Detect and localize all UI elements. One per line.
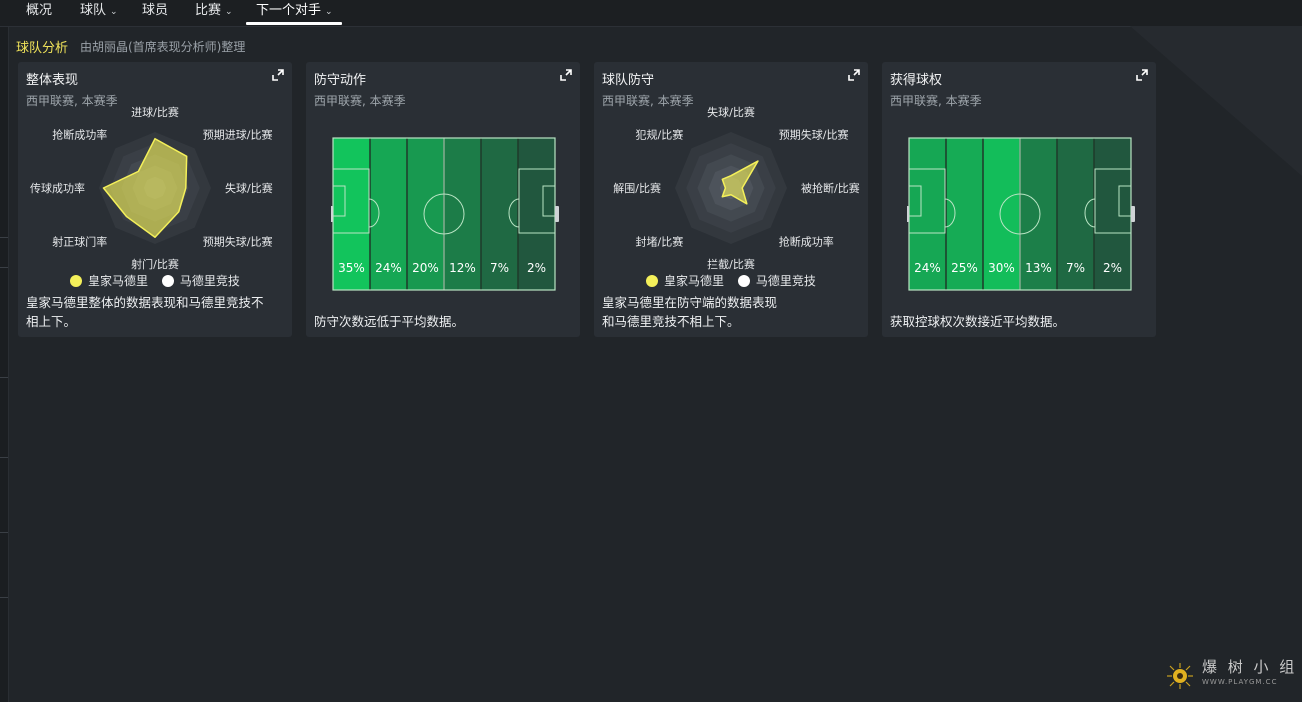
section-subtitle: 由胡丽晶(首席表现分析师)整理: [80, 40, 246, 54]
zone-percentage-label: 35%: [338, 261, 365, 275]
card-title: 防守动作: [314, 73, 367, 88]
radar-axis-label: 预期失球/比赛: [203, 235, 273, 249]
expand-icon[interactable]: [848, 69, 860, 81]
top-navigation: 概况 球队 ⌄ 球员 比赛 ⌄ 下一个对手 ⌄: [0, 0, 1302, 27]
legend-item-home: 皇家马德里: [70, 272, 148, 289]
zone-percentage-label: 7%: [1066, 261, 1085, 275]
radar-axis-label: 抢断成功率: [52, 127, 107, 141]
chart-legend: 皇家马德里 马德里竞技: [646, 272, 826, 288]
chevron-down-icon: ⌄: [325, 7, 333, 17]
card-description: 皇家马德里整体的数据表现和马德里竞技不 相上下。: [26, 295, 264, 329]
nav-tab-next-opponent[interactable]: 下一个对手 ⌄: [256, 0, 333, 24]
radar-axis-label: 传球成功率: [30, 181, 85, 195]
legend-swatch: [70, 275, 82, 287]
active-tab-indicator: [246, 22, 342, 25]
legend-swatch: [737, 275, 750, 287]
goal-left: [907, 206, 909, 222]
card-team-defense: 球队防守 西甲联赛, 本赛季 失球/比赛 预期失球/比赛 被抢断/比赛 抢断成功率 拦截…: [594, 62, 868, 337]
rail-divider: [0, 377, 8, 378]
nav-tab-matches[interactable]: 比赛 ⌄: [195, 0, 233, 24]
watermark-url: WWW.PLAYGM.CC: [1202, 678, 1278, 686]
watermark: 爆 树 小 组 WWW.PLAYGM.CC: [1162, 654, 1294, 694]
legend-item-home: 皇家马德里: [646, 272, 724, 289]
rail-divider: [0, 267, 8, 268]
radar-axis-label: 预期进球/比赛: [203, 127, 273, 141]
radar-axis-label: 预期失球/比赛: [779, 127, 849, 141]
radar-axis-label: 射正球门率: [52, 235, 107, 249]
goal-right: [555, 206, 559, 222]
zone-percentage-label: 13%: [1025, 261, 1052, 275]
rail-divider: [0, 457, 8, 458]
watermark-text: 爆 树 小 组: [1202, 658, 1298, 676]
pitch-heatmap: 35% 24% 20% 12% 7% 2%: [331, 137, 559, 291]
left-rail: [0, 27, 9, 702]
zone-percentage-label: 25%: [951, 261, 978, 275]
radar-chart: 进球/比赛预期进球/比赛失球/比赛预期失球/比赛射门/比赛 射正球门率 传球成功率 抢…: [30, 106, 273, 271]
legend-item-away: 马德里竞技: [737, 272, 816, 289]
zone-percentage-label: 2%: [1103, 261, 1122, 275]
goal-right: [1131, 206, 1135, 222]
legend-item-away: 马德里竞技: [161, 272, 240, 289]
card-subtitle: 西甲联赛, 本赛季: [890, 94, 982, 108]
card-title: 球队防守: [602, 73, 655, 88]
card-description: 皇家马德里在防守端的数据表现 和马德里竞技不相上下。: [602, 295, 778, 329]
section-title: 球队分析: [16, 41, 69, 56]
radar-axis-label: 进球/比赛: [131, 106, 179, 119]
radar-axis-label: 解围/比赛: [613, 181, 661, 195]
goal-left: [331, 206, 333, 222]
radar-axis-label: 失球/比赛: [225, 181, 273, 195]
chevron-down-icon: ⌄: [225, 7, 233, 17]
radar-axis-label: 射门/比赛: [131, 257, 179, 271]
expand-icon[interactable]: [1136, 69, 1148, 81]
watermark-logo-icon: [1167, 663, 1193, 689]
radar-chart: 失球/比赛预期失球/比赛被抢断/比赛抢断成功率拦截/比赛 封堵/比赛 解围/比赛 犯规…: [613, 106, 860, 271]
radar-axis-label: 失球/比赛: [707, 106, 755, 119]
zone-percentage-label: 24%: [914, 261, 941, 275]
expand-icon[interactable]: [560, 69, 572, 81]
pitch-heatmap: 24% 25% 30% 13% 7% 2%: [907, 137, 1135, 291]
radar-axis-label: 抢断成功率: [779, 235, 834, 249]
radar-axis-label: 犯规/比赛: [636, 127, 684, 141]
chevron-down-icon: ⌄: [110, 7, 118, 17]
card-title: 整体表现: [26, 73, 79, 88]
zone-percentage-label: 30%: [988, 261, 1015, 275]
card-possession-won: 获得球权 西甲联赛, 本赛季 24% 25% 30% 13% 7% 2% 获取控球权次数接…: [882, 62, 1156, 337]
card-title: 获得球权: [890, 73, 943, 88]
card-description: 获取控球权次数接近平均数据。: [890, 314, 1066, 329]
card-subtitle: 西甲联赛, 本赛季: [314, 94, 406, 108]
chart-legend: 皇家马德里 马德里竞技: [70, 272, 250, 288]
card-description: 防守次数远低于平均数据。: [314, 314, 465, 329]
expand-icon[interactable]: [272, 69, 284, 81]
nav-tab-overview[interactable]: 概况: [26, 0, 52, 24]
zone-percentage-label: 7%: [490, 261, 509, 275]
rail-divider: [0, 237, 8, 238]
zone-percentage-label: 12%: [449, 261, 476, 275]
radar-axis-label: 封堵/比赛: [636, 235, 684, 249]
nav-tab-team[interactable]: 球队 ⌄: [80, 0, 118, 24]
radar-axis-label: 拦截/比赛: [707, 257, 755, 271]
legend-swatch: [646, 275, 658, 287]
zone-percentage-label: 24%: [375, 261, 402, 275]
card-overall-performance: 整体表现 西甲联赛, 本赛季 进球/比赛 预期进球/比赛 失球/比赛 预期失球/比赛射…: [18, 62, 292, 337]
radar-axis-label: 被抢断/比赛: [801, 181, 860, 195]
card-defensive-actions: 防守动作 西甲联赛, 本赛季 35% 24% 20% 12% 7% 2% 防守次数远低于平…: [306, 62, 580, 337]
legend-swatch: [161, 275, 174, 287]
rail-divider: [0, 532, 8, 533]
zone-percentage-label: 20%: [412, 261, 439, 275]
rail-divider: [0, 597, 8, 598]
zone-percentage-label: 2%: [527, 261, 546, 275]
nav-tab-players[interactable]: 球员: [142, 0, 168, 24]
